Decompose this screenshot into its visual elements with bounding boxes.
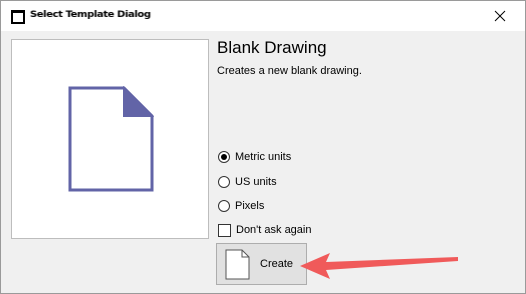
window-title: Select Template Dialog (30, 9, 151, 20)
radio-us[interactable] (218, 176, 230, 188)
metric-units-label: Metric units (235, 151, 292, 163)
pixels-option[interactable]: Pixels (218, 198, 264, 214)
us-units-option[interactable]: US units (218, 174, 277, 190)
template-description: Creates a new blank drawing. (217, 65, 362, 77)
close-icon (494, 10, 506, 22)
title-bar: Select Template Dialog (1, 1, 525, 31)
radio-pixels[interactable] (218, 200, 230, 212)
dont-ask-again-checkbox[interactable] (218, 223, 231, 237)
document-icon (225, 249, 250, 280)
us-units-label: US units (235, 176, 277, 188)
create-button-label: Create (260, 258, 294, 270)
close-button[interactable] (489, 5, 511, 27)
pixels-label: Pixels (235, 200, 265, 212)
metric-units-option[interactable]: Metric units (218, 149, 291, 165)
annotation-arrow-icon (300, 253, 458, 279)
window-icon (11, 10, 25, 24)
dont-ask-again-option[interactable]: Don't ask again (218, 222, 311, 238)
blank-document-icon (68, 86, 154, 192)
template-name: Blank Drawing (217, 38, 327, 57)
radio-metric[interactable] (218, 151, 230, 163)
dont-ask-again-label: Don't ask again (236, 224, 312, 236)
template-preview (11, 39, 209, 239)
